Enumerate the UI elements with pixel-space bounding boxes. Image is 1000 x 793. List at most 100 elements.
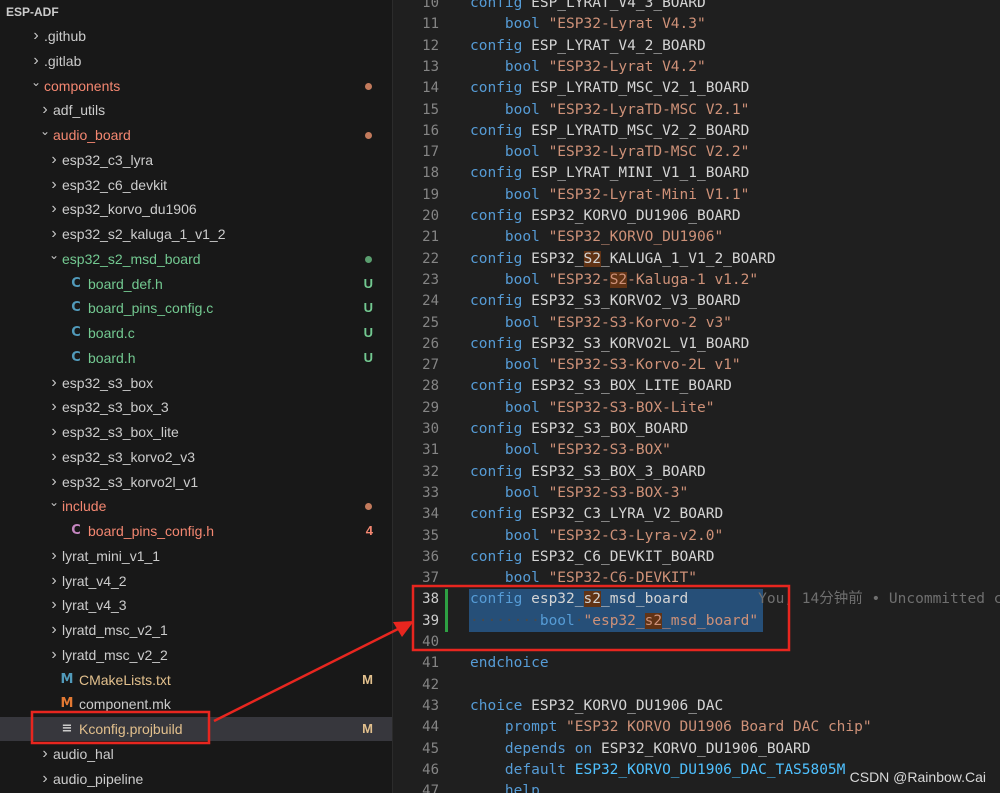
code-line[interactable]: 35 bool "ESP32-C3-Lyra-v2.0" bbox=[393, 526, 1000, 547]
tree-item[interactable]: ⌄ components bbox=[0, 74, 392, 98]
tree-item[interactable]: › audio_hal bbox=[0, 742, 392, 766]
chevron-right-icon[interactable]: › bbox=[48, 371, 60, 395]
chevron-right-icon[interactable]: › bbox=[48, 544, 60, 568]
tree-item[interactable]: › esp32_c3_lyra bbox=[0, 148, 392, 172]
code-line[interactable]: 21 bool "ESP32_KORVO_DU1906" bbox=[393, 227, 1000, 248]
code-text: bool "ESP32-Lyrat-Mini V1.1" bbox=[504, 186, 750, 203]
chevron-right-icon[interactable]: › bbox=[48, 569, 60, 593]
explorer-root[interactable]: ESP-ADF bbox=[0, 0, 392, 24]
code-line[interactable]: 45 depends on ESP32_KORVO_DU1906_BOARD bbox=[393, 739, 1000, 760]
code-text: bool "ESP32-C6-DEVKIT" bbox=[504, 570, 697, 587]
code-line[interactable]: 19 bool "ESP32-Lyrat-Mini V1.1" bbox=[393, 185, 1000, 206]
tree-item[interactable]: › esp32_s3_korvo2_v3 bbox=[0, 445, 392, 469]
tree-item[interactable]: ≡ Kconfig.projbuild M bbox=[0, 717, 392, 741]
chevron-right-icon[interactable]: › bbox=[48, 643, 60, 667]
tree-item[interactable]: Mcomponent.mk bbox=[0, 692, 392, 716]
chevron-right-icon[interactable]: › bbox=[48, 420, 60, 444]
chevron-right-icon[interactable]: › bbox=[48, 148, 60, 172]
tree-item[interactable]: › esp32_c6_devkit bbox=[0, 173, 392, 197]
chevron-right-icon[interactable]: › bbox=[48, 445, 60, 469]
code-text: config ESP32_C3_LYRA_V2_BOARD bbox=[470, 506, 724, 523]
tree-item[interactable]: Cboard.c U bbox=[0, 321, 392, 345]
code-line[interactable]: 29 bool "ESP32-S3-BOX-Lite" bbox=[393, 398, 1000, 419]
code-line[interactable]: 33 bool "ESP32-S3-BOX-3" bbox=[393, 483, 1000, 504]
tree-item[interactable]: › .gitlab bbox=[0, 49, 392, 73]
code-line[interactable]: 20 config ESP32_KORVO_DU1906_BOARD bbox=[393, 206, 1000, 227]
code-line[interactable]: 13 bool "ESP32-Lyrat V4.2" bbox=[393, 57, 1000, 78]
tree-item[interactable]: › esp32_s3_box_lite bbox=[0, 420, 392, 444]
code-line[interactable]: 24 config ESP32_S3_KORVO2_V3_BOARD bbox=[393, 291, 1000, 312]
chevron-right-icon[interactable]: › bbox=[48, 618, 60, 642]
code-text: config ESP32_S3_BOX_3_BOARD bbox=[470, 463, 706, 480]
code-line[interactable]: 27 bool "ESP32-S3-Korvo-2L v1" bbox=[393, 355, 1000, 376]
chevron-down-icon[interactable]: ⌄ bbox=[39, 119, 51, 143]
code-line[interactable]: 16 config ESP_LYRATD_MSC_V2_2_BOARD bbox=[393, 121, 1000, 142]
code-line[interactable]: 44 prompt "ESP32 KORVO DU1906 Board DAC … bbox=[393, 717, 1000, 738]
tree-item[interactable]: › lyrat_v4_3 bbox=[0, 593, 392, 617]
code-line[interactable]: 17 bool "ESP32-LyraTD-MSC V2.2" bbox=[393, 142, 1000, 163]
code-line[interactable]: 43 choice ESP32_KORVO_DU1906_DAC bbox=[393, 696, 1000, 717]
tree-item[interactable]: ⌄ include bbox=[0, 494, 392, 518]
line-number: 45 bbox=[422, 740, 439, 757]
chevron-down-icon[interactable]: ⌄ bbox=[48, 243, 60, 267]
code-line[interactable]: 22 config ESP32_S2_KALUGA_1_V1_2_BOARD bbox=[393, 249, 1000, 270]
git-added-gutter bbox=[445, 610, 448, 632]
code-line[interactable]: 28 config ESP32_S3_BOX_LITE_BOARD bbox=[393, 376, 1000, 397]
code-line[interactable]: 30 config ESP32_S3_BOX_BOARD bbox=[393, 419, 1000, 440]
tree-item[interactable]: › audio_pipeline bbox=[0, 767, 392, 791]
chevron-right-icon[interactable]: › bbox=[48, 173, 60, 197]
code-line[interactable]: 39 ········bool·"esp32_s2_msd_board" bbox=[393, 610, 1000, 632]
tree-item[interactable]: › lyrat_v4_2 bbox=[0, 569, 392, 593]
code-line[interactable]: 36 config ESP32_C6_DEVKIT_BOARD bbox=[393, 547, 1000, 568]
tree-item[interactable]: › lyratd_msc_v2_2 bbox=[0, 643, 392, 667]
code-line[interactable]: 41 endchoice bbox=[393, 653, 1000, 674]
tree-item[interactable]: › esp32_s3_box bbox=[0, 371, 392, 395]
chevron-down-icon[interactable]: ⌄ bbox=[48, 490, 60, 514]
tree-item[interactable]: › adf_utils bbox=[0, 98, 392, 122]
code-line[interactable]: 40 bbox=[393, 632, 1000, 653]
tree-item-label: board.h bbox=[88, 349, 136, 366]
explorer-sidebar: ESP-ADF › .github › .gitlab ⌄ components › adf_… bbox=[0, 0, 393, 793]
code-line[interactable]: 10 config ESP_LYRAT_V4_3_BOARD bbox=[393, 0, 1000, 14]
tree-item[interactable]: › .github bbox=[0, 24, 392, 48]
tree-item[interactable]: Cboard_pins_config.h 4 bbox=[0, 519, 392, 543]
tree-item[interactable]: ⌄ esp32_s2_msd_board bbox=[0, 247, 392, 271]
line-number: 41 bbox=[422, 655, 439, 672]
tree-item[interactable]: Cboard.h U bbox=[0, 346, 392, 370]
code-line[interactable]: 31 bool "ESP32-S3-BOX" bbox=[393, 440, 1000, 461]
chevron-down-icon[interactable]: ⌄ bbox=[30, 70, 42, 94]
chevron-right-icon[interactable]: › bbox=[39, 742, 51, 766]
tree-item[interactable]: › esp32_s3_box_3 bbox=[0, 395, 392, 419]
tree-item[interactable]: › esp32_korvo_du1906 bbox=[0, 197, 392, 221]
tree-item-label: lyrat_v4_2 bbox=[62, 572, 127, 589]
code-line[interactable]: 15 bool "ESP32-LyraTD-MSC V2.1" bbox=[393, 100, 1000, 121]
tree-item[interactable]: M CMakeLists.txt M bbox=[0, 668, 392, 692]
code-line[interactable]: 32 config ESP32_S3_BOX_3_BOARD bbox=[393, 462, 1000, 483]
chevron-right-icon[interactable]: › bbox=[30, 24, 42, 48]
code-line[interactable]: 42 bbox=[393, 675, 1000, 696]
chevron-right-icon[interactable]: › bbox=[48, 197, 60, 221]
code-line[interactable]: 37 bool "ESP32-C6-DEVKIT" bbox=[393, 568, 1000, 589]
code-line[interactable]: 12 config ESP_LYRAT_V4_2_BOARD bbox=[393, 36, 1000, 57]
tree-item[interactable]: › lyrat_mini_v1_1 bbox=[0, 544, 392, 568]
code-editor[interactable]: 10 config ESP_LYRAT_V4_3_BOARD 11 bool "ES… bbox=[393, 0, 1000, 793]
code-line[interactable]: 38 config esp32_s2_msd_board You, 14分钟前 •… bbox=[393, 589, 1000, 611]
code-line[interactable]: 18 config ESP_LYRAT_MINI_V1_1_BOARD bbox=[393, 163, 1000, 184]
code-line[interactable]: 26 config ESP32_S3_KORVO2L_V1_BOARD bbox=[393, 334, 1000, 355]
chevron-right-icon[interactable]: › bbox=[48, 395, 60, 419]
code-line[interactable]: 14 config ESP_LYRATD_MSC_V2_1_BOARD bbox=[393, 78, 1000, 99]
code-line[interactable]: 34 config ESP32_C3_LYRA_V2_BOARD bbox=[393, 504, 1000, 525]
code-line[interactable]: 11 bool "ESP32-Lyrat V4.3" bbox=[393, 14, 1000, 35]
chevron-right-icon[interactable]: › bbox=[39, 767, 51, 791]
tree-item[interactable]: ⌄ audio_board bbox=[0, 123, 392, 147]
line-number: 38 bbox=[422, 591, 439, 608]
tree-item[interactable]: Cboard_pins_config.c U bbox=[0, 296, 392, 320]
tree-item[interactable]: › lyratd_msc_v2_1 bbox=[0, 618, 392, 642]
code-text: config ESP32_S3_KORVO2L_V1_BOARD bbox=[470, 335, 750, 352]
chevron-right-icon[interactable]: › bbox=[48, 593, 60, 617]
tree-item[interactable]: Cboard_def.h U bbox=[0, 272, 392, 296]
code-line[interactable]: 23 bool "ESP32-S2-Kaluga-1 v1.2" bbox=[393, 270, 1000, 291]
line-number: 46 bbox=[422, 761, 439, 778]
tree-item-label: esp32_s2_kaluga_1_v1_2 bbox=[62, 226, 226, 242]
code-line[interactable]: 25 bool "ESP32-S3-Korvo-2 v3" bbox=[393, 313, 1000, 334]
